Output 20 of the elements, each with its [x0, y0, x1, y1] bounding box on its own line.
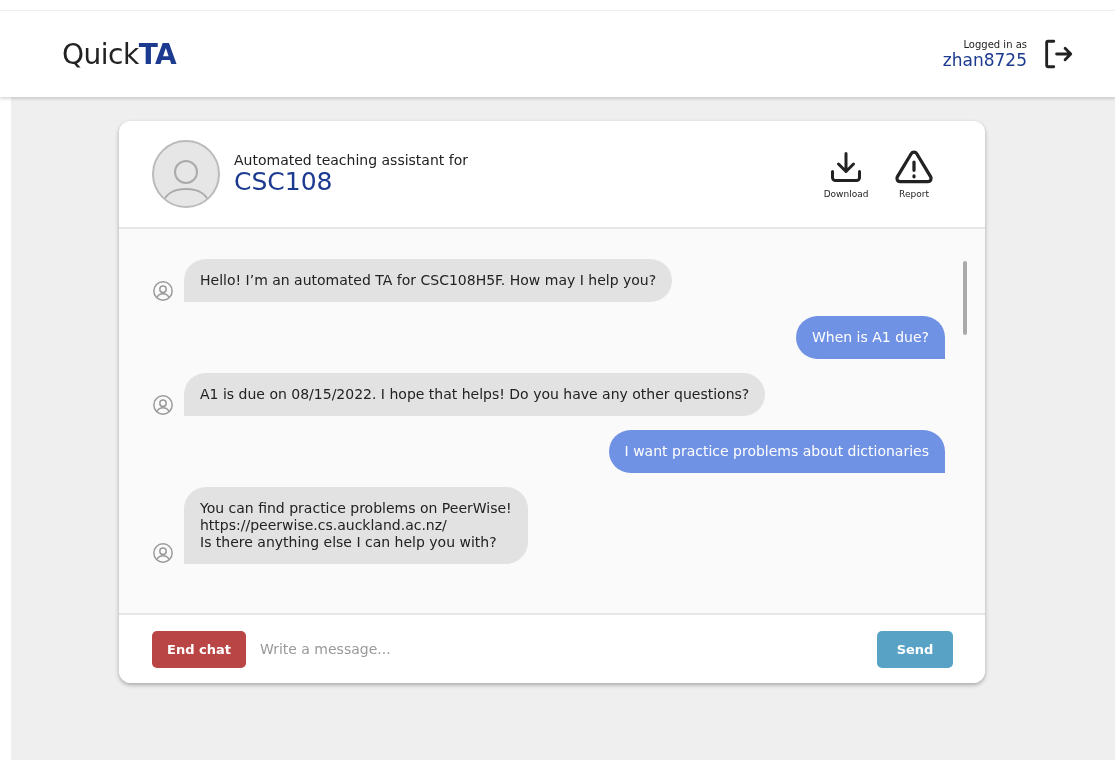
username: zhan8725 — [942, 49, 1027, 70]
download-icon — [828, 149, 864, 185]
report-button[interactable]: Report — [891, 149, 937, 199]
download-button[interactable]: Download — [823, 149, 869, 199]
user-avatar-icon — [152, 394, 174, 416]
chat-subtitle: Automated teaching assistant for — [234, 152, 469, 169]
scrollbar-thumb[interactable] — [963, 261, 967, 335]
login-label: Logged in as — [963, 38, 1027, 50]
user-avatar-icon — [152, 542, 174, 564]
warning-icon — [894, 149, 934, 185]
app-logo: QuickTA — [62, 37, 177, 71]
user-message: When is A1 due? — [795, 316, 945, 359]
assistant-message: Hello! I’m an automated TA for CSC108H5F. How may I help you? — [184, 259, 673, 302]
user-avatar-icon — [152, 280, 174, 302]
message-input[interactable]: Write a message... — [257, 640, 865, 658]
assistant-message: You can find practice problems on PeerWise! https://peerwise.cs.auckland.ac.nz/ Is there anything else I can help you with? — [184, 487, 528, 564]
end-chat-button[interactable]: End chat — [152, 630, 246, 668]
assistant-message: A1 is due on 08/15/2022. I hope that helps! Do you have any other questions? — [184, 373, 766, 416]
course-code: CSC108 — [234, 168, 333, 196]
user-message: I want practice problems about dictionaries — [608, 430, 945, 473]
